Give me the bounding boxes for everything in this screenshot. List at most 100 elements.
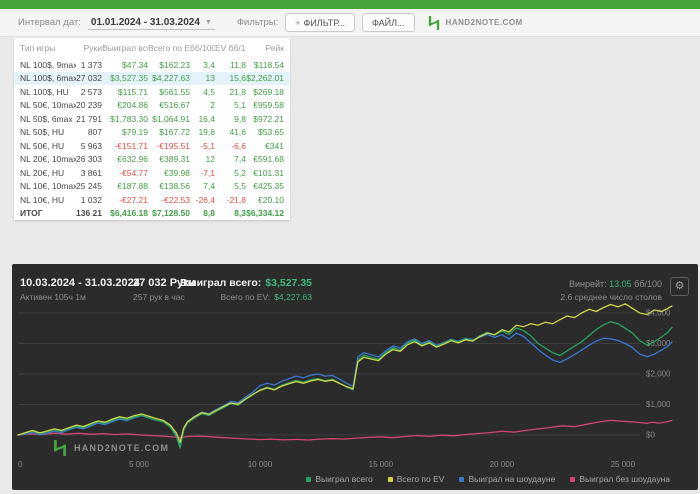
svg-text:25 000: 25 000 — [611, 460, 636, 469]
table-cell: -€54.77 — [119, 167, 148, 178]
table-row[interactable]: NL 20€, 10max 26 303 €632.96 €389.31 12 7,4 €5… — [14, 153, 290, 167]
table-cell: NL 50$, HU — [20, 127, 65, 138]
table-row[interactable]: NL 100$, 9max 1 373 $47.34 $162.23 3,4 11,8 $1… — [14, 58, 290, 72]
table-cell: $6,416.18 — [110, 208, 148, 219]
column-header[interactable]: Выиграл всего — [102, 43, 148, 53]
table-cell: NL 10€, HU — [20, 194, 65, 205]
table-cell: $1,064.91 — [152, 113, 190, 124]
table-cell: €425.35 — [253, 181, 284, 192]
table-header-row: Тип игрыРукиВыиграл всегоВсего по EVбб/1… — [14, 38, 290, 58]
table-cell: 13 — [205, 73, 215, 84]
legend-dot-icon — [459, 476, 465, 482]
table-row[interactable]: NL 20€, HU 3 861 -€54.77 €39.98 -7,1 5,2 €101.… — [14, 166, 290, 180]
legend-item[interactable]: Выиграл всего — [306, 474, 373, 484]
column-header[interactable]: бб/100 — [190, 43, 215, 53]
table-cell: $1,783.30 — [110, 113, 148, 124]
chart-watermark: HAND2NOTE.COM — [52, 440, 169, 456]
legend-label: Всего по EV — [396, 474, 445, 484]
table-cell: 136 219 — [76, 208, 102, 219]
table-cell: $53.65 — [258, 127, 284, 138]
table-cell: €20.10 — [258, 194, 284, 205]
table-cell: 5,2 — [234, 167, 246, 178]
app-window: Интервал дат: 01.01.2024 - 31.03.2024 ▼ … — [0, 0, 700, 494]
filters-label: Фильтры: — [236, 17, 279, 28]
table-cell: -6,6 — [231, 140, 246, 151]
column-header[interactable]: EV бб/100 — [215, 43, 246, 53]
legend-item[interactable]: Выиграл на шоудауне — [459, 474, 555, 484]
column-header[interactable]: Тип игры — [20, 43, 76, 53]
table-cell: €959.58 — [253, 100, 284, 111]
table-row[interactable]: NL 100$, HU 2 573 $115.71 $561.55 4,5 21,8 $26… — [14, 85, 290, 99]
table-row[interactable]: NL 100$, 6max 27 032 $3,527.35 $4,227.63 13 1… — [14, 71, 290, 85]
legend-label: Выиграл на шоудауне — [468, 474, 556, 484]
table-cell: 21,8 — [229, 86, 246, 97]
table-cell: 807 — [87, 127, 102, 138]
table-row[interactable]: NL 50€, 10max 20 239 €204.86 €516.67 2 5,1 €95… — [14, 99, 290, 113]
table-cell: NL 50€, 10max — [20, 100, 76, 111]
column-header[interactable]: Руки — [76, 43, 102, 53]
column-header[interactable]: Рейк — [246, 43, 285, 53]
table-cell: $79.19 — [122, 127, 148, 138]
interval-label: Интервал дат: — [18, 17, 81, 28]
brand-text: HAND2NOTE.COM — [445, 18, 523, 27]
table-cell: NL 50€, HU — [20, 140, 65, 151]
table-cell: 12 — [205, 154, 215, 165]
table-body: NL 100$, 9max 1 373 $47.34 $162.23 3,4 11,8 $1… — [14, 58, 290, 220]
table-cell: NL 20€, HU — [20, 167, 65, 178]
stats-table: Тип игрыРукиВыиграл всегоВсего по EVбб/1… — [14, 38, 290, 220]
table-cell: NL 100$, 9max — [20, 59, 76, 70]
column-header[interactable]: Всего по EV — [148, 43, 190, 53]
table-cell: 7,4 — [203, 181, 215, 192]
table-cell: 8,8 — [203, 208, 215, 219]
table-cell: €632.96 — [117, 154, 148, 165]
table-cell: $47.34 — [122, 59, 148, 70]
table-cell: 2 573 — [80, 86, 102, 97]
table-cell: $269.18 — [253, 86, 284, 97]
filter-button[interactable]: + ФИЛЬТР... — [285, 13, 356, 32]
table-cell: NL 50$, 6max — [20, 113, 73, 124]
svg-text:0: 0 — [18, 460, 23, 469]
chevron-down-icon: ▼ — [204, 18, 212, 26]
table-cell: 20 239 — [76, 100, 102, 111]
table-cell: 3,4 — [203, 59, 215, 70]
table-row[interactable]: NL 10€, 10max 25 245 €187.88 €138.56 7,4 5,5 €… — [14, 180, 290, 194]
table-cell: €187.88 — [117, 181, 148, 192]
file-button[interactable]: ФАЙЛ... — [362, 13, 415, 32]
table-cell: 25 245 — [76, 181, 102, 192]
table-cell: 5,5 — [234, 181, 246, 192]
table-row[interactable]: ИТОГ 136 219 $6,416.18 $7,128.50 8,8 8,3$6,33… — [14, 207, 290, 221]
table-row[interactable]: NL 50$, 6max 21 791 $1,783.30 $1,064.91 16,4… — [14, 112, 290, 126]
table-cell: ИТОГ — [20, 208, 43, 219]
brand-logo: HAND2NOTE.COM — [427, 15, 523, 30]
table-row[interactable]: NL 50$, HU 807 $79.19 $167.72 19,6 41,6 $53.65 — [14, 126, 290, 140]
table-cell: -21,8 — [226, 194, 246, 205]
table-cell: $4,227.63 — [152, 73, 190, 84]
table-row[interactable]: NL 50€, HU 5 963 -€151.71 -€195.51 -5,1 -6,6 €… — [14, 139, 290, 153]
plus-icon: + — [295, 17, 301, 28]
table-row[interactable]: NL 10€, HU 1 032 -€27.21 -€22.53 -26,4 -21,8 €… — [14, 193, 290, 207]
table-cell: €341 — [265, 140, 284, 151]
table-cell: 19,6 — [198, 127, 215, 138]
table-cell: 41,6 — [229, 127, 246, 138]
legend-item[interactable]: Всего по EV — [387, 474, 445, 484]
table-cell: $7,128.50 — [152, 208, 190, 219]
toolbar: Интервал дат: 01.01.2024 - 31.03.2024 ▼ … — [0, 9, 700, 37]
table-cell: 15,6 — [229, 73, 246, 84]
table-cell: -€195.51 — [156, 140, 190, 151]
legend-item[interactable]: Выиграл без шоудауна — [570, 474, 670, 484]
date-range-input[interactable]: 01.01.2024 - 31.03.2024 ▼ — [87, 16, 215, 30]
table-cell: 27 032 — [76, 73, 102, 84]
table-cell: €389.31 — [159, 154, 190, 165]
table-cell: $3,527.35 — [110, 73, 148, 84]
hand2note-logo-icon — [54, 440, 66, 456]
legend-label: Выиграл без шоудауна — [579, 474, 670, 484]
legend-dot-icon — [387, 476, 393, 482]
winnings-chart: $0$1,000$2,000$3,000$4,0000 5 000 10 000 15… — [17, 303, 673, 469]
table-cell: 11,8 — [230, 59, 246, 70]
chart-panel: 10.03.2024 - 31.03.2024 Активен 105ч 1м … — [12, 264, 698, 490]
table-cell: -26,4 — [195, 194, 215, 205]
table-cell: -7,1 — [200, 167, 215, 178]
table-cell: 26 303 — [76, 154, 102, 165]
watermark-text: HAND2NOTE.COM — [74, 443, 170, 453]
table-cell: -€22.53 — [161, 194, 190, 205]
